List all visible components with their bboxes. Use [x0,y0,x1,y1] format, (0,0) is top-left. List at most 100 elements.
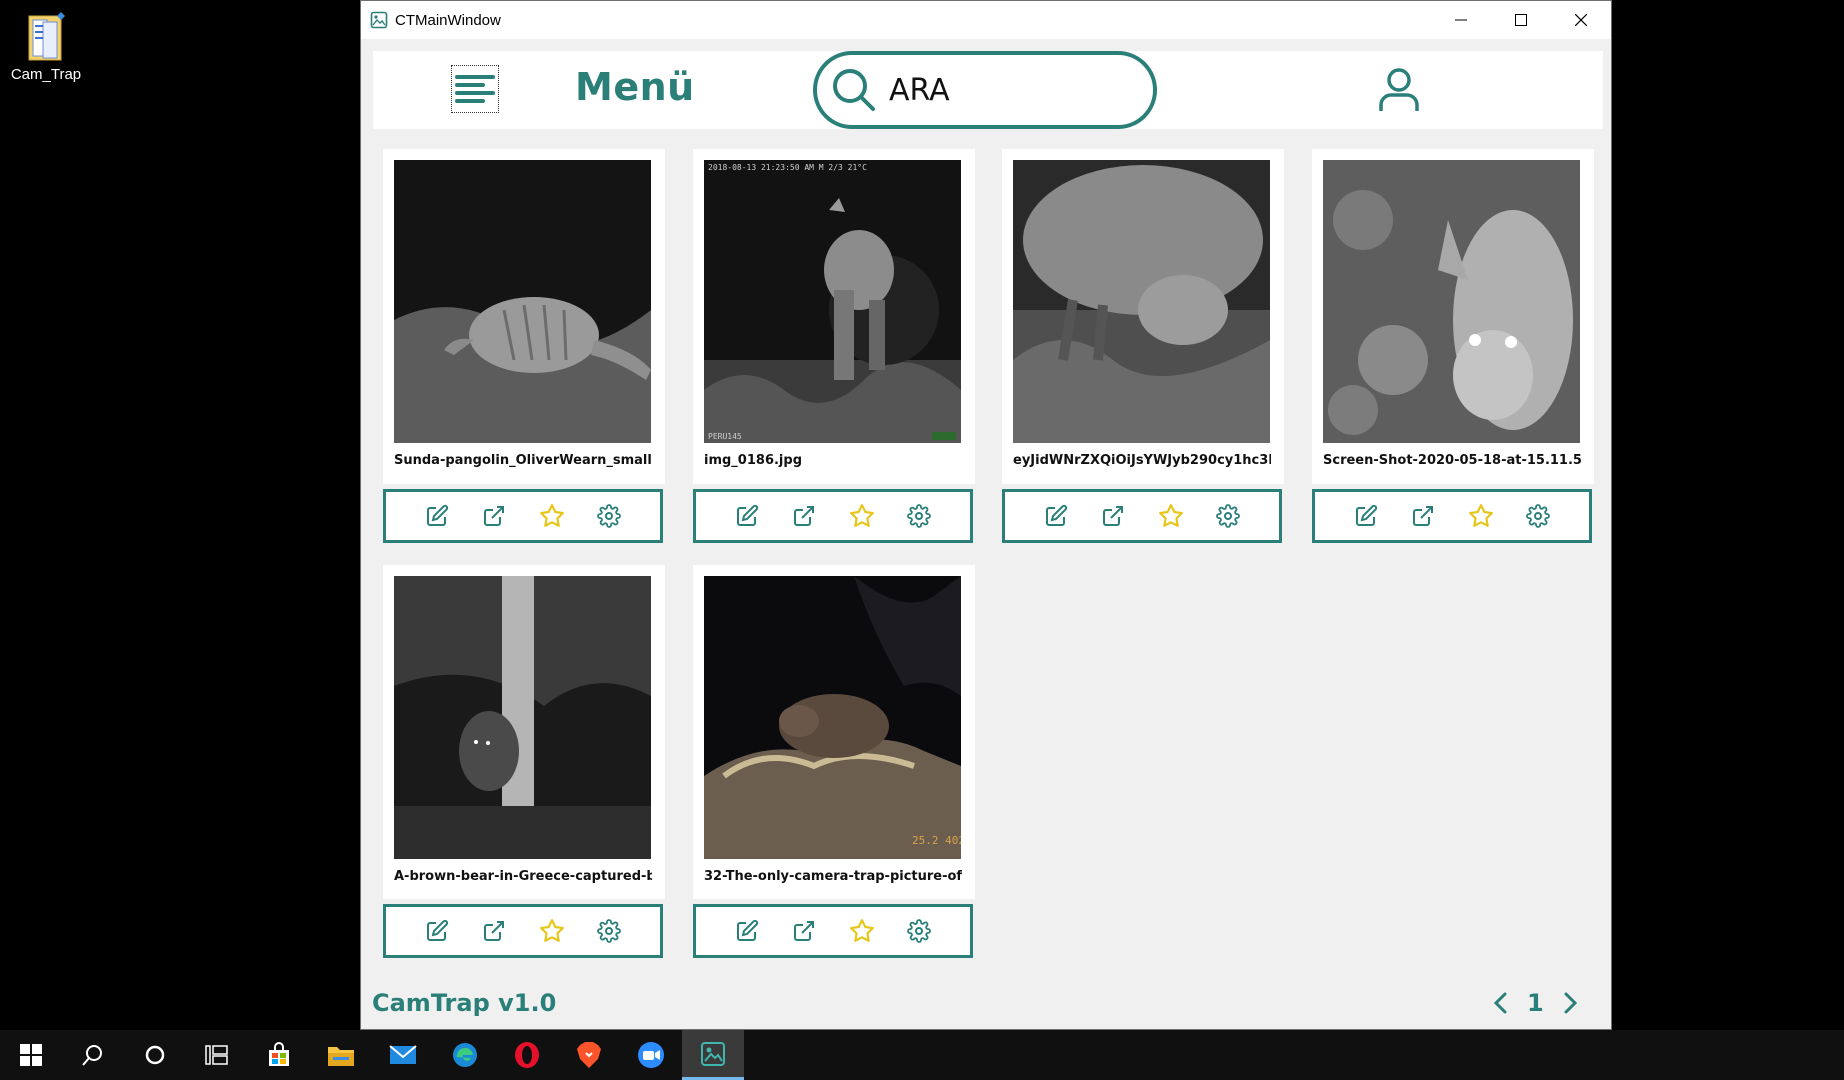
favorite-button[interactable] [539,918,565,944]
settings-button[interactable] [596,503,622,529]
svg-text:25.2 402: 25.2 402 [912,834,961,847]
window-title: CTMainWindow [395,11,501,29]
image-card[interactable]: 25.2 402 32-The-only-camera-trap-picture… [693,565,975,899]
image-thumbnail-pangolin[interactable] [394,160,651,443]
chevron-left-icon[interactable] [1493,992,1509,1014]
edit-icon [426,504,448,526]
open-external-icon [484,921,505,941]
file-explorer-button[interactable] [310,1030,372,1080]
settings-gear-icon [907,504,932,528]
favorite-button[interactable] [849,503,875,529]
app-image-icon [370,11,388,29]
image-thumbnail-tapir[interactable]: 2018-08-13 21:23:50 AM M 2/3 21°C PERU14… [704,160,961,443]
cortana-button[interactable] [124,1030,186,1080]
open-external-button[interactable] [791,918,817,944]
settings-button[interactable] [906,503,932,529]
settings-button[interactable] [1215,503,1241,529]
svg-text:2018-08-13 21:23:50 AM M 2/3: 2018-08-13 21:23:50 AM M 2/3 21°C [708,163,867,172]
search-input[interactable] [887,71,1131,109]
hamburger-menu-button[interactable] [451,65,499,113]
windows-start-icon [20,1044,42,1066]
microsoft-store-button[interactable] [248,1030,310,1080]
image-thumbnail-rodent[interactable] [1323,160,1580,443]
open-external-icon [794,921,815,941]
settings-button[interactable] [1525,503,1551,529]
search-icon [833,69,875,111]
favorite-star-icon [1158,504,1183,527]
taskbar-search-button[interactable] [62,1030,124,1080]
favorite-button[interactable] [1158,503,1184,529]
title-bar[interactable]: CTMainWindow [361,1,1611,39]
favorite-button[interactable] [849,918,875,944]
favorite-star-icon [539,504,564,527]
image-card[interactable]: Screen-Shot-2020-05-18-at-15.11.57-64 [1312,149,1594,484]
edit-icon [736,504,758,526]
image-card[interactable]: 2018-08-13 21:23:50 AM M 2/3 21°C PERU14… [693,149,975,484]
app-version-label: CamTrap v1.0 [372,989,557,1017]
favorite-star-icon [1468,504,1493,527]
image-filename: img_0186.jpg [704,453,802,468]
settings-gear-icon [597,504,622,528]
image-filename: eyJidWNrZXQiOiJsYWJyb290cy1hc3Nlc [1013,453,1271,468]
file-explorer-icon [328,1047,354,1066]
edit-button[interactable] [1043,503,1069,529]
favorite-button[interactable] [539,503,565,529]
edit-icon [1045,504,1067,526]
favorite-star-icon [539,919,564,942]
desktop-icon-label: Cam_Trap [10,66,82,83]
favorite-star-icon [849,504,874,527]
open-external-button[interactable] [1100,503,1126,529]
image-card[interactable]: A-brown-bear-in-Greece-captured-by [383,565,665,899]
brave-browser-button[interactable] [558,1030,620,1080]
mail-button[interactable] [372,1030,434,1080]
maximize-button[interactable] [1491,1,1551,39]
minimize-button[interactable] [1431,1,1491,39]
open-external-button[interactable] [481,503,507,529]
card-action-bar [693,489,973,543]
image-filename: 32-The-only-camera-trap-picture-of-bi [704,869,962,884]
card-action-bar [1312,489,1592,543]
image-card[interactable]: Sunda-pangolin_OliverWearn_small.jpg [383,149,665,484]
zoom-button[interactable] [620,1030,682,1080]
image-card[interactable]: eyJidWNrZXQiOiJsYWJyb290cy1hc3Nlc [1002,149,1284,484]
camtrap-taskbar-button[interactable] [682,1030,744,1080]
open-external-button[interactable] [481,918,507,944]
edit-button[interactable] [734,503,760,529]
edit-button[interactable] [424,918,450,944]
settings-button[interactable] [596,918,622,944]
task-view-icon [205,1045,228,1065]
edit-icon [1355,504,1377,526]
image-filename: Screen-Shot-2020-05-18-at-15.11.57-64 [1323,453,1581,468]
start-button[interactable] [0,1030,62,1080]
search-box[interactable] [813,51,1157,129]
open-external-icon [1413,506,1434,526]
user-profile-icon[interactable] [1378,67,1420,113]
desktop-shortcut-cam-trap[interactable]: Cam_Trap [6,8,86,83]
edit-button[interactable] [1353,503,1379,529]
open-external-button[interactable] [791,503,817,529]
image-thumbnail-bear-night[interactable]: 25.2 402 [704,576,961,859]
chevron-right-icon[interactable] [1562,992,1578,1014]
open-external-button[interactable] [1410,503,1436,529]
edit-button[interactable] [734,918,760,944]
image-thumbnail-brown-bear-greece[interactable] [394,576,651,859]
maximize-icon [1515,14,1527,26]
favorite-star-icon [849,919,874,942]
settings-gear-icon [907,919,932,943]
edit-button[interactable] [424,503,450,529]
minimize-icon [1455,19,1467,21]
folder-icon [23,8,69,64]
image-thumbnail-peccary[interactable] [1013,160,1270,443]
app-header: Menü [373,51,1603,129]
open-external-icon [484,506,505,526]
opera-browser-button[interactable] [496,1030,558,1080]
mail-icon [389,1045,417,1064]
edge-icon [453,1043,477,1067]
close-icon [1575,14,1587,26]
task-view-button[interactable] [186,1030,248,1080]
brave-icon [577,1042,601,1068]
close-button[interactable] [1551,1,1611,39]
edge-browser-button[interactable] [434,1030,496,1080]
favorite-button[interactable] [1468,503,1494,529]
settings-button[interactable] [906,918,932,944]
